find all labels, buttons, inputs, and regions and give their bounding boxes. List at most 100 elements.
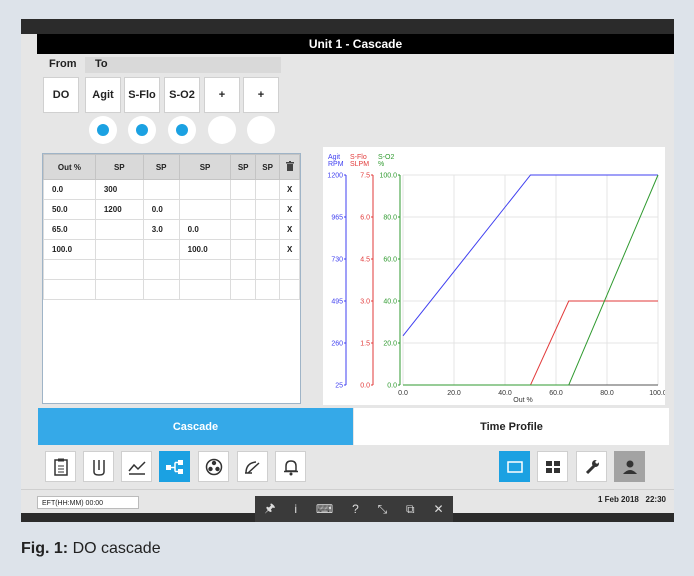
delete-row-button[interactable] xyxy=(279,259,300,280)
table-cell[interactable] xyxy=(94,219,144,240)
settings-button[interactable] xyxy=(576,451,607,482)
table-cell[interactable]: 50.0 xyxy=(43,199,96,220)
table-cell[interactable] xyxy=(254,259,281,280)
y-tick-label: 20.0 xyxy=(383,341,397,348)
single-view-button[interactable] xyxy=(499,451,530,482)
pin-icon[interactable]: 🖈 xyxy=(264,499,275,520)
table-cell[interactable] xyxy=(254,179,281,200)
vessel-button[interactable] xyxy=(83,451,114,482)
figure-caption: Fig. 1: DO cascade xyxy=(21,540,161,558)
keyboard-icon[interactable]: ⌨ xyxy=(316,502,333,516)
radio-add-2[interactable] xyxy=(247,116,275,144)
x-tick-label: 100.0 xyxy=(649,390,665,397)
table-cell[interactable]: 100.0 xyxy=(178,239,232,260)
to-tile-add-2[interactable]: + xyxy=(243,77,279,113)
table-cell[interactable] xyxy=(94,279,144,300)
table-cell[interactable]: 1200 xyxy=(94,199,144,220)
table-cell[interactable] xyxy=(230,279,256,300)
to-tile-add-1[interactable]: + xyxy=(204,77,240,113)
window-icon[interactable]: ⧉ xyxy=(406,502,415,517)
table-cell[interactable]: 3.0 xyxy=(142,219,180,240)
delete-row-button[interactable] xyxy=(279,279,300,300)
table-cell[interactable] xyxy=(94,239,144,260)
table-row[interactable] xyxy=(43,259,300,280)
table-cell[interactable] xyxy=(142,279,180,300)
y-tick-label: 25 xyxy=(335,383,343,390)
user-button[interactable] xyxy=(614,451,645,482)
date-time: 1 Feb 2018 22:30 xyxy=(598,495,666,504)
to-label-text: To xyxy=(95,58,108,70)
cascade-button[interactable] xyxy=(159,451,190,482)
table-cell[interactable] xyxy=(178,279,232,300)
cascade-table: Out % SP SP SP SP SP 0.0 300 X 50.0 1200 0.0 X… xyxy=(42,153,301,404)
tab-cascade[interactable]: Cascade xyxy=(38,408,353,445)
radio-so2[interactable] xyxy=(168,116,196,144)
close-icon[interactable]: ✕ xyxy=(433,502,443,516)
bell-icon xyxy=(283,459,298,475)
delete-row-button[interactable]: X xyxy=(279,219,300,240)
trend-button[interactable] xyxy=(121,451,152,482)
y-axis-name: S-O2 xyxy=(378,154,394,161)
table-cell[interactable] xyxy=(254,199,281,220)
date-text: 1 Feb 2018 xyxy=(597,495,639,504)
table-cell[interactable]: 65.0 xyxy=(43,219,96,240)
radio-sflo[interactable] xyxy=(128,116,156,144)
radio-agit[interactable] xyxy=(89,116,117,144)
alarm-button[interactable] xyxy=(275,451,306,482)
y-tick-label: 3.0 xyxy=(360,299,370,306)
help-icon[interactable]: ? xyxy=(352,502,359,516)
trash-icon[interactable] xyxy=(279,154,300,180)
table-cell[interactable] xyxy=(230,259,256,280)
table-row[interactable]: 65.0 3.0 0.0 X xyxy=(43,219,300,240)
y-tick-label: 730 xyxy=(331,257,343,264)
to-tile-so2[interactable]: S-O2 xyxy=(164,77,200,113)
table-row[interactable]: 0.0 300 X xyxy=(43,179,300,200)
table-cell[interactable] xyxy=(94,259,144,280)
table-cell[interactable] xyxy=(230,199,256,220)
column-header-sp: SP xyxy=(230,154,256,180)
delete-row-button[interactable]: X xyxy=(279,199,300,220)
y-tick-label: 495 xyxy=(331,299,343,306)
collapse-icon[interactable]: ⤡ xyxy=(378,502,388,517)
table-cell[interactable] xyxy=(254,219,281,240)
clipboard-button[interactable] xyxy=(45,451,76,482)
table-cell[interactable] xyxy=(142,259,180,280)
table-cell[interactable] xyxy=(230,219,256,240)
info-icon[interactable]: i xyxy=(294,502,297,516)
table-cell[interactable] xyxy=(178,259,232,280)
to-tile-sflo[interactable]: S-Flo xyxy=(124,77,160,113)
pump-button[interactable] xyxy=(198,451,229,482)
table-cell[interactable] xyxy=(254,279,281,300)
window-title: Unit 1 - Cascade xyxy=(37,34,674,54)
y-tick-label: 6.0 xyxy=(360,215,370,222)
tab-time-profile[interactable]: Time Profile xyxy=(354,408,669,445)
table-cell[interactable] xyxy=(178,199,232,220)
chart-svg: AgitRPM 1200 965 730 495 260 25 S-FloSLPM 7.5 6.0… xyxy=(327,154,666,404)
table-cell[interactable] xyxy=(142,179,180,200)
to-header-bar xyxy=(85,57,281,73)
from-tile-do[interactable]: DO xyxy=(43,77,79,113)
table-cell[interactable] xyxy=(230,179,256,200)
delete-row-button[interactable]: X xyxy=(279,239,300,260)
table-cell[interactable]: 0.0 xyxy=(142,199,180,220)
grid-view-button[interactable] xyxy=(537,451,568,482)
table-cell[interactable] xyxy=(230,239,256,260)
table-cell[interactable] xyxy=(142,239,180,260)
gauge-button[interactable] xyxy=(237,451,268,482)
table-cell[interactable] xyxy=(43,279,96,300)
table-row[interactable]: 50.0 1200 0.0 X xyxy=(43,199,300,220)
table-cell[interactable]: 0.0 xyxy=(178,219,232,240)
from-label: From xyxy=(49,58,77,70)
radio-add-1[interactable] xyxy=(208,116,236,144)
table-cell[interactable]: 100.0 xyxy=(43,239,96,260)
table-cell[interactable]: 0.0 xyxy=(43,179,96,200)
table-cell[interactable]: 300 xyxy=(94,179,144,200)
pump-icon xyxy=(205,458,222,475)
to-tile-agit[interactable]: Agit xyxy=(85,77,121,113)
table-row[interactable]: 100.0 100.0 X xyxy=(43,239,300,260)
table-cell[interactable] xyxy=(178,179,232,200)
delete-row-button[interactable]: X xyxy=(279,179,300,200)
table-cell[interactable] xyxy=(254,239,281,260)
table-cell[interactable] xyxy=(43,259,96,280)
table-row[interactable] xyxy=(43,279,300,300)
